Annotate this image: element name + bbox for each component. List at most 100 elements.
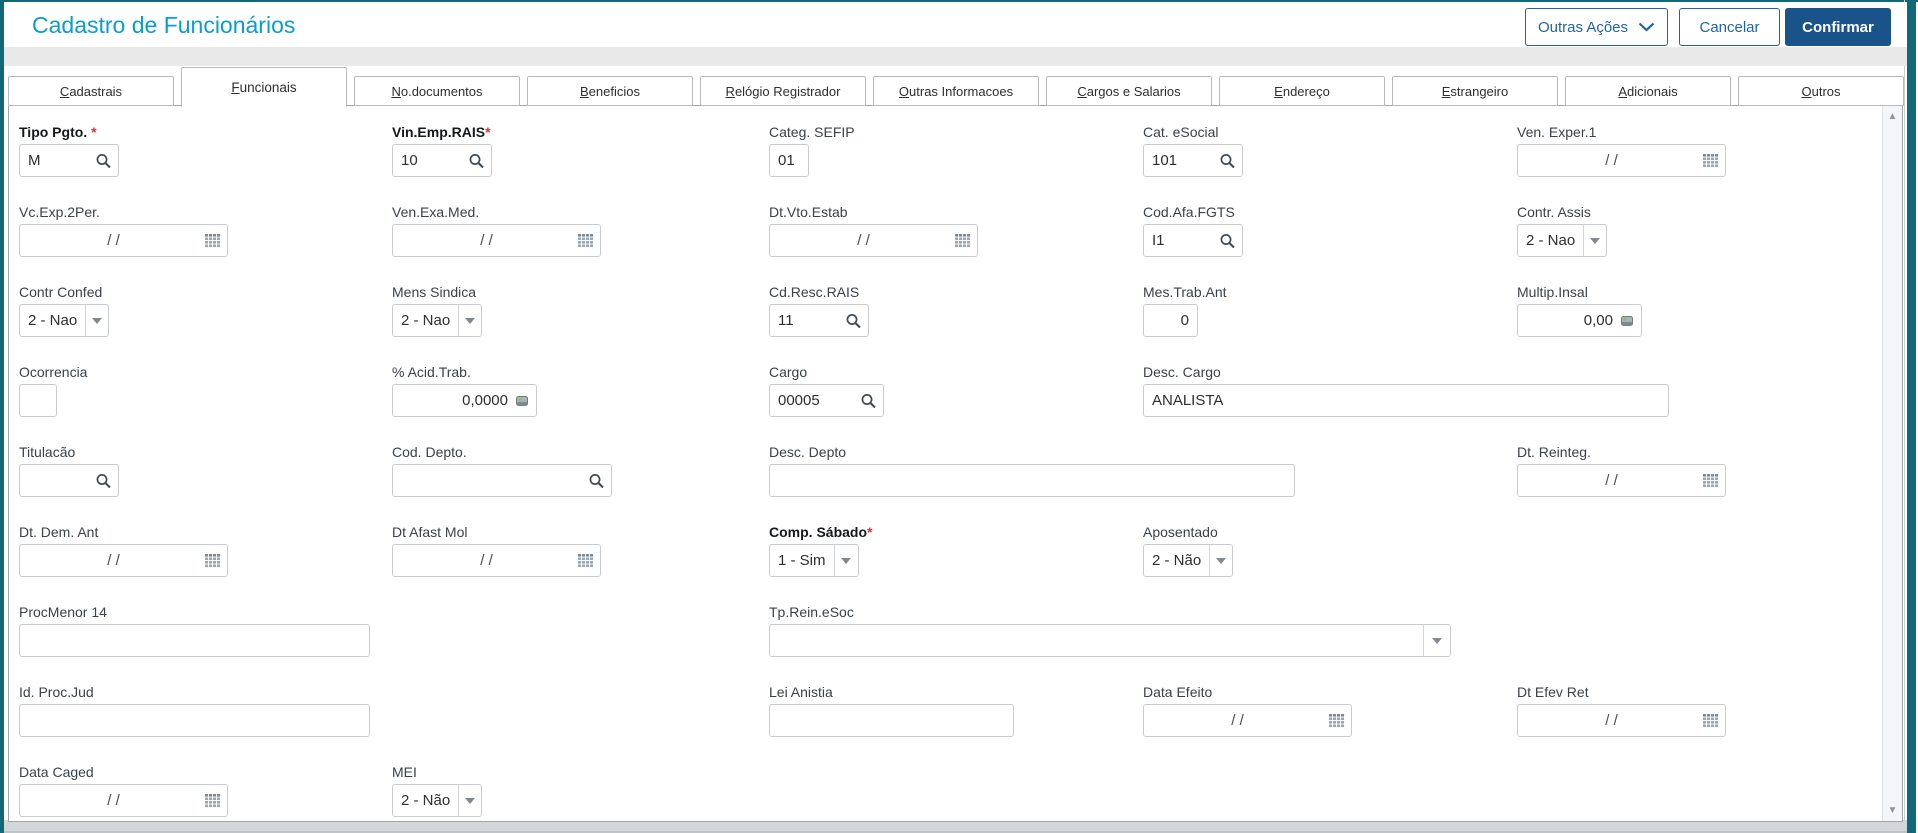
dt-dem-ant-input[interactable]: / / xyxy=(19,544,228,577)
vin-emp-rais-value: 10 xyxy=(401,152,418,169)
titulacao-input[interactable] xyxy=(19,464,119,497)
calendar-icon[interactable] xyxy=(205,553,221,568)
scroll-up-icon[interactable]: ▲ xyxy=(1883,111,1902,122)
ven-exa-med-input[interactable]: / / xyxy=(392,224,601,257)
calendar-icon[interactable] xyxy=(205,793,221,808)
tab-estrangeiro[interactable]: Estrangeiro xyxy=(1392,76,1558,106)
mei-input[interactable]: 2 - Não xyxy=(392,784,482,817)
search-icon[interactable] xyxy=(95,472,112,489)
tab-cargos-e-salarios[interactable]: Cargos e Salarios xyxy=(1046,76,1212,106)
ven-exper1-input[interactable]: / / xyxy=(1517,144,1726,177)
calendar-icon[interactable] xyxy=(1329,713,1345,728)
dt-vto-estab-input[interactable]: / / xyxy=(769,224,978,257)
tab-beneficios[interactable]: Beneficios xyxy=(527,76,693,106)
calendar-icon[interactable] xyxy=(578,553,594,568)
aposentado-field-group: Aposentado 2 - Não xyxy=(1143,524,1233,577)
other-actions-label: Outras Ações xyxy=(1537,18,1629,36)
contr-assis-input[interactable]: 2 - Nao xyxy=(1517,224,1607,257)
mes-trab-ant-value: 0 xyxy=(1180,312,1189,329)
ocorrencia-field-group: Ocorrencia xyxy=(19,364,87,417)
tab-funcionais[interactable]: Funcionais xyxy=(181,67,347,107)
dt-reinteg-input[interactable]: / / xyxy=(1517,464,1726,497)
search-icon[interactable] xyxy=(1219,152,1236,169)
procmenor-14-input[interactable] xyxy=(19,624,370,657)
caret-shape xyxy=(465,797,476,804)
caret-down-icon[interactable] xyxy=(458,785,481,816)
comp-sabado-input[interactable]: 1 - Sim xyxy=(769,544,859,577)
eraser-icon[interactable] xyxy=(1619,313,1635,329)
caret-down-icon[interactable] xyxy=(85,305,108,336)
desc-depto-input[interactable] xyxy=(769,464,1295,497)
categ-sefip-input[interactable]: 01 xyxy=(769,144,809,177)
contr-assis-selected-value: 2 - Nao xyxy=(1526,232,1576,249)
dt-efev-ret-input[interactable]: / / xyxy=(1517,704,1726,737)
tab-mnemonic: E xyxy=(1274,83,1283,99)
caret-down-icon[interactable] xyxy=(458,305,481,336)
cod-depto-input[interactable] xyxy=(392,464,612,497)
scroll-down-icon[interactable]: ▼ xyxy=(1883,805,1902,816)
mes-trab-ant-input[interactable]: 0 xyxy=(1143,304,1198,337)
id-proc-jud-input[interactable] xyxy=(19,704,370,737)
caret-shape xyxy=(1432,637,1442,644)
mens-sindica-input[interactable]: 2 - Nao xyxy=(392,304,482,337)
contr-confed-input[interactable]: 2 - Nao xyxy=(19,304,109,337)
tab-outros[interactable]: Outros xyxy=(1738,76,1904,106)
search-icon[interactable] xyxy=(468,152,485,169)
calendar-icon[interactable] xyxy=(1703,473,1719,488)
data-efeito-input[interactable]: / / xyxy=(1143,704,1352,737)
dt-vto-estab-field-group: Dt.Vto.Estab / / xyxy=(769,204,978,257)
tab-outras-informacoes[interactable]: Outras Informacoes xyxy=(873,76,1039,106)
search-icon[interactable] xyxy=(860,392,877,409)
search-icon[interactable] xyxy=(1219,232,1236,249)
tab-adicionais[interactable]: Adicionais xyxy=(1565,76,1731,106)
tab-mnemonic: A xyxy=(1618,83,1628,99)
acid-trab-input[interactable]: 0,0000 xyxy=(392,384,537,417)
lei-anistia-input[interactable] xyxy=(769,704,1014,737)
other-actions-button[interactable]: Outras Ações xyxy=(1525,8,1668,46)
confirm-button[interactable]: Confirmar xyxy=(1785,8,1891,46)
header-separator-band xyxy=(4,47,1907,66)
caret-down-icon[interactable] xyxy=(1209,545,1232,576)
data-caged-value: / / xyxy=(107,792,120,809)
tipo-pgto-input[interactable]: M xyxy=(19,144,119,177)
calendar-icon[interactable] xyxy=(955,233,971,248)
tab-cadastrais[interactable]: Cadastrais xyxy=(8,76,174,106)
caret-down-icon[interactable] xyxy=(1583,225,1606,256)
data-caged-input[interactable]: / / xyxy=(19,784,228,817)
employee-registration-window: Cadastro de Funcionários Outras Ações Ca… xyxy=(0,0,1918,833)
ocorrencia-label: Ocorrencia xyxy=(19,364,88,380)
vc-exp-2per-input[interactable]: / / xyxy=(19,224,228,257)
caret-down-icon[interactable] xyxy=(1423,625,1450,656)
cargo-field-group: Cargo 00005 xyxy=(769,364,884,417)
cod-afa-fgts-input[interactable]: I1 xyxy=(1143,224,1243,257)
ocorrencia-input[interactable] xyxy=(19,384,57,417)
cd-resc-rais-input[interactable]: 11 xyxy=(769,304,869,337)
dt-afast-mol-input[interactable]: / / xyxy=(392,544,601,577)
eraser-icon[interactable] xyxy=(514,393,530,409)
tab-endere-o[interactable]: Endereço xyxy=(1219,76,1385,106)
tp-rein-esoc-input[interactable] xyxy=(769,624,1451,657)
calendar-icon[interactable] xyxy=(205,233,221,248)
multip-insal-input[interactable]: 0,00 xyxy=(1517,304,1642,337)
search-icon[interactable] xyxy=(845,312,862,329)
calendar-icon[interactable] xyxy=(1703,713,1719,728)
desc-cargo-input[interactable]: ANALISTA xyxy=(1143,384,1669,417)
vin-emp-rais-input[interactable]: 10 xyxy=(392,144,492,177)
vertical-scrollbar[interactable]: ▲ ▼ xyxy=(1882,106,1902,821)
desc-depto-field-group: Desc. Depto xyxy=(769,444,1295,497)
cargo-input[interactable]: 00005 xyxy=(769,384,884,417)
tab-strip: Cadastrais Funcionais No.documentos Benefic… xyxy=(8,66,1904,107)
id-proc-jud-field-group: Id. Proc.Jud xyxy=(19,684,370,737)
aposentado-input[interactable]: 2 - Não xyxy=(1143,544,1233,577)
search-icon[interactable] xyxy=(588,472,605,489)
calendar-icon[interactable] xyxy=(578,233,594,248)
tab-rel-gio-registrador[interactable]: Relógio Registrador xyxy=(700,76,866,106)
mei-selected-value: 2 - Não xyxy=(401,792,451,809)
tab-no-documentos[interactable]: No.documentos xyxy=(354,76,520,106)
vin-emp-rais-label: Vin.Emp.RAIS* xyxy=(392,124,491,140)
search-icon[interactable] xyxy=(95,152,112,169)
caret-down-icon[interactable] xyxy=(833,545,858,576)
cat-esocial-input[interactable]: 101 xyxy=(1143,144,1243,177)
calendar-icon[interactable] xyxy=(1703,153,1719,168)
cancel-button[interactable]: Cancelar xyxy=(1679,8,1780,46)
